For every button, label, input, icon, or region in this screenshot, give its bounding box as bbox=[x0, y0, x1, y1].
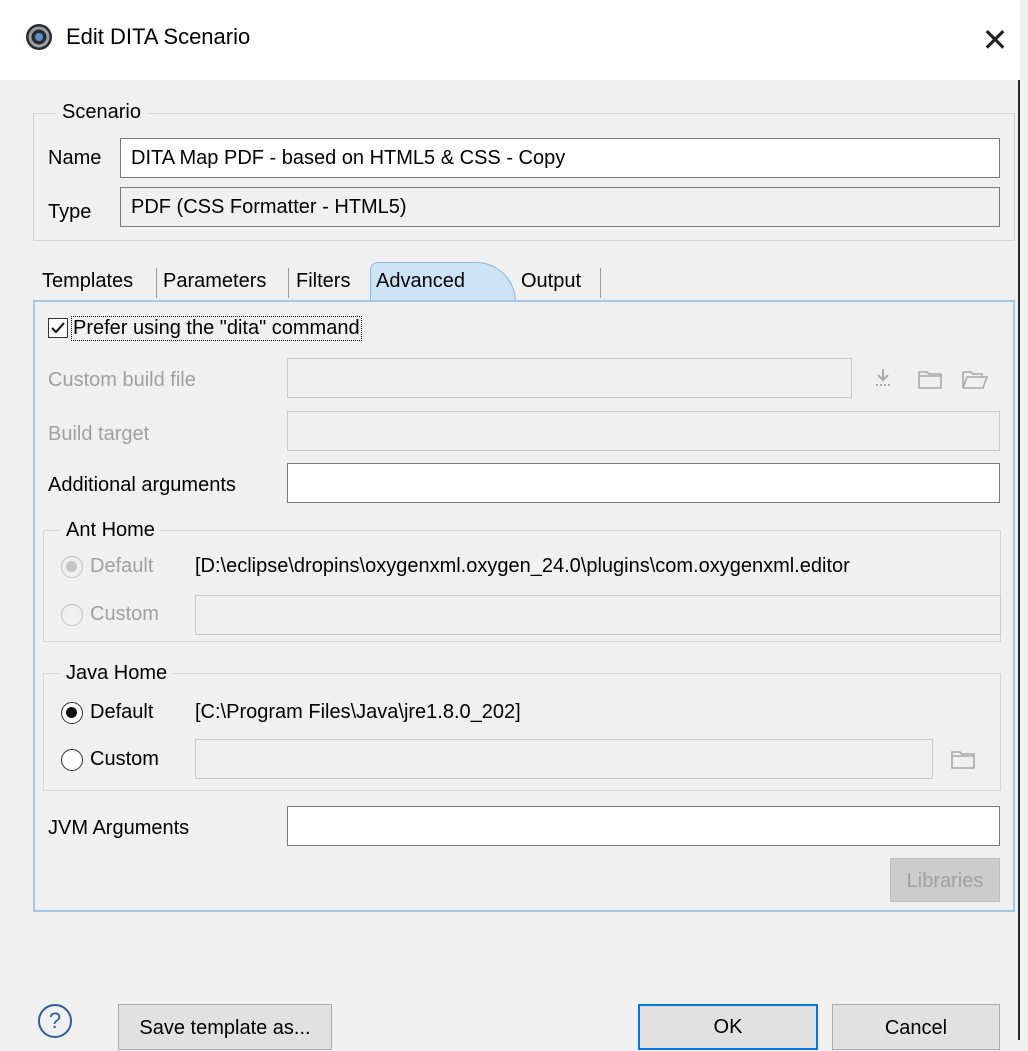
folder-icon[interactable] bbox=[918, 369, 942, 389]
ok-button[interactable]: OK bbox=[638, 1004, 818, 1050]
tab-advanced[interactable]: Advanced bbox=[376, 270, 465, 293]
java-home-custom-field[interactable] bbox=[195, 739, 933, 779]
download-icon[interactable] bbox=[872, 367, 894, 389]
custom-build-file-label: Custom build file bbox=[48, 369, 196, 391]
build-target-label: Build target bbox=[48, 423, 150, 445]
close-icon[interactable]: ✕ bbox=[975, 20, 1015, 60]
tab-output[interactable]: Output bbox=[521, 270, 581, 293]
help-icon[interactable]: ? bbox=[38, 1004, 72, 1038]
ant-home-default-radio[interactable] bbox=[61, 556, 83, 578]
prefer-dita-label[interactable]: Prefer using the "dita" command bbox=[71, 316, 362, 341]
scenario-group-title: Scenario bbox=[56, 101, 147, 124]
dialog-window: Edit DITA Scenario ✕ Scenario Name Type … bbox=[0, 0, 1020, 1050]
window-title: Edit DITA Scenario bbox=[66, 24, 251, 49]
java-home-default-label[interactable]: Default bbox=[90, 701, 153, 724]
custom-build-file-field[interactable] bbox=[287, 358, 852, 398]
ant-home-default-path: [D:\eclipse\dropins\oxygenxml.oxygen_24.… bbox=[195, 555, 850, 577]
checkmark-icon bbox=[51, 322, 65, 334]
java-home-default-radio[interactable] bbox=[61, 702, 83, 724]
name-label: Name bbox=[48, 147, 102, 169]
help-icon-glyph: ? bbox=[48, 1008, 62, 1033]
additional-arguments-label: Additional arguments bbox=[48, 474, 236, 496]
jvm-arguments-field[interactable] bbox=[287, 806, 1000, 846]
ant-home-custom-label[interactable]: Custom bbox=[90, 603, 159, 626]
prefer-dita-checkbox[interactable] bbox=[48, 318, 68, 338]
ant-home-custom-radio[interactable] bbox=[61, 604, 83, 626]
ant-home-default-label[interactable]: Default bbox=[90, 555, 153, 578]
build-target-field[interactable] bbox=[287, 411, 1000, 451]
java-home-title: Java Home bbox=[60, 662, 174, 685]
cancel-button[interactable]: Cancel bbox=[832, 1004, 1000, 1050]
java-home-custom-radio[interactable] bbox=[61, 749, 83, 771]
libraries-button[interactable]: Libraries bbox=[890, 858, 1000, 902]
java-home-default-path: [C:\Program Files\Java\jre1.8.0_202] bbox=[195, 701, 521, 723]
type-label: Type bbox=[48, 201, 92, 223]
jvm-arguments-label: JVM Arguments bbox=[48, 817, 190, 839]
name-field[interactable] bbox=[120, 138, 1000, 178]
additional-arguments-field[interactable] bbox=[287, 463, 1000, 503]
ant-home-custom-field[interactable] bbox=[195, 595, 1001, 635]
tab-templates[interactable]: Templates bbox=[42, 270, 133, 293]
app-icon bbox=[26, 24, 52, 50]
folder-icon[interactable] bbox=[951, 749, 975, 769]
tab-filters[interactable]: Filters bbox=[296, 270, 350, 293]
java-home-custom-label[interactable]: Custom bbox=[90, 748, 159, 771]
title-bar: Edit DITA Scenario ✕ bbox=[0, 0, 1020, 80]
type-field bbox=[120, 187, 1000, 227]
ant-home-title: Ant Home bbox=[60, 519, 161, 542]
tab-parameters[interactable]: Parameters bbox=[163, 270, 266, 293]
save-template-button[interactable]: Save template as... bbox=[118, 1004, 332, 1050]
folder-open-icon[interactable] bbox=[962, 369, 988, 389]
